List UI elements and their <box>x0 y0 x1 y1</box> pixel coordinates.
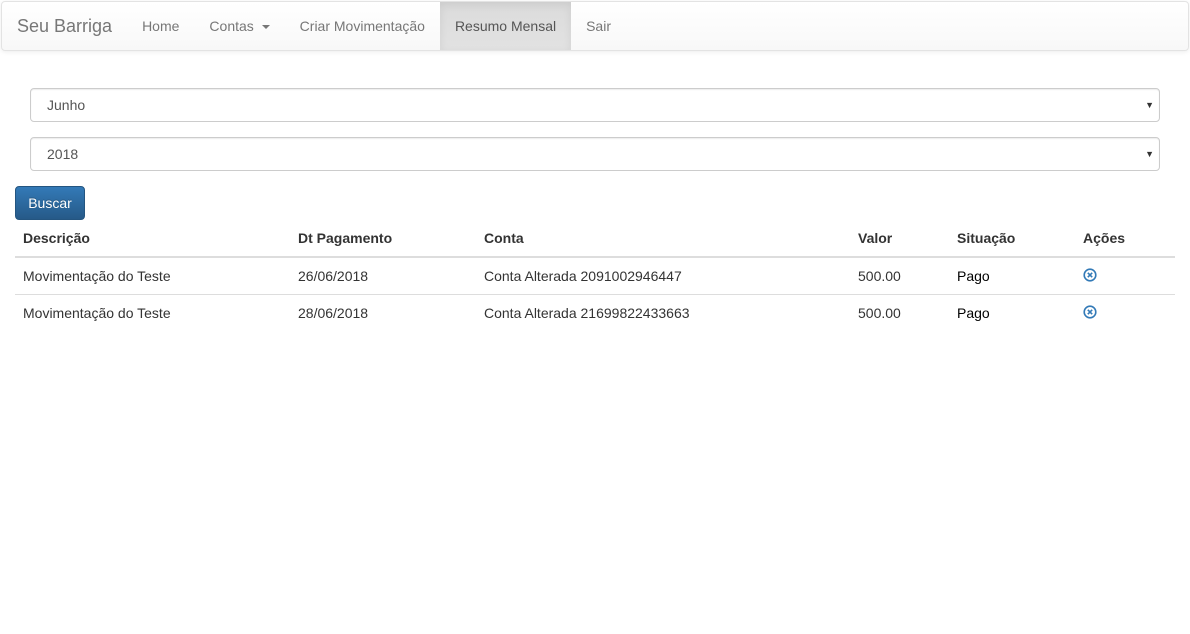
cell-acoes <box>1075 256 1175 294</box>
cell-conta: Conta Alterada 21699822433663 <box>476 293 850 331</box>
column-header-situacao: Situação <box>949 220 1075 258</box>
year-select[interactable]: 2018 ▼ <box>30 137 1160 171</box>
movements-table: Descrição Dt Pagamento Conta Valor Situa… <box>15 220 1175 331</box>
cell-descricao: Movimentação do Teste <box>15 293 290 331</box>
table-row: Movimentação do Teste 28/06/2018 Conta A… <box>15 293 1175 331</box>
remove-circle-icon[interactable] <box>1083 305 1097 319</box>
nav-item-sair[interactable]: Sair <box>571 2 626 50</box>
table-header-row: Descrição Dt Pagamento Conta Valor Situa… <box>15 220 1175 258</box>
table-row: Movimentação do Teste 26/06/2018 Conta A… <box>15 256 1175 294</box>
cell-valor: 500.00 <box>850 256 949 294</box>
month-select-value: Junho <box>47 97 86 113</box>
dropdown-arrow-icon: ▼ <box>1145 100 1154 110</box>
cell-valor: 500.00 <box>850 293 949 331</box>
nav-item-contas[interactable]: Contas <box>194 2 284 50</box>
nav-item-sair-label: Sair <box>586 18 611 34</box>
column-header-acoes: Ações <box>1075 220 1175 258</box>
caret-down-icon <box>261 25 270 30</box>
cell-dt-pagamento: 26/06/2018 <box>290 256 476 294</box>
cell-conta: Conta Alterada 2091002946447 <box>476 256 850 294</box>
cell-acoes <box>1075 293 1175 331</box>
month-select[interactable]: Junho ▼ <box>30 88 1160 122</box>
column-header-valor: Valor <box>850 220 949 258</box>
remove-circle-icon[interactable] <box>1083 268 1097 282</box>
column-header-descricao: Descrição <box>15 220 290 258</box>
dropdown-arrow-icon: ▼ <box>1145 149 1154 159</box>
nav-item-criar-movimentacao[interactable]: Criar Movimentação <box>285 2 440 50</box>
search-button[interactable]: Buscar <box>15 186 85 220</box>
column-header-dt-pagamento: Dt Pagamento <box>290 220 476 258</box>
nav-item-criar-movimentacao-label: Criar Movimentação <box>299 18 425 34</box>
cell-situacao: Pago <box>949 256 1075 294</box>
nav-item-home[interactable]: Home <box>127 2 194 50</box>
cell-situacao: Pago <box>949 293 1075 331</box>
cell-dt-pagamento: 28/06/2018 <box>290 293 476 331</box>
navbar: Seu Barriga Home Contas Criar Movimentaç… <box>1 1 1189 51</box>
navbar-brand[interactable]: Seu Barriga <box>2 2 127 50</box>
nav-item-contas-label: Contas <box>209 18 254 34</box>
year-select-value: 2018 <box>47 146 79 162</box>
cell-descricao: Movimentação do Teste <box>15 256 290 294</box>
nav-item-resumo-mensal[interactable]: Resumo Mensal <box>439 2 572 50</box>
column-header-conta: Conta <box>476 220 850 258</box>
nav-item-home-label: Home <box>142 18 180 34</box>
nav-item-resumo-mensal-label: Resumo Mensal <box>454 18 557 34</box>
